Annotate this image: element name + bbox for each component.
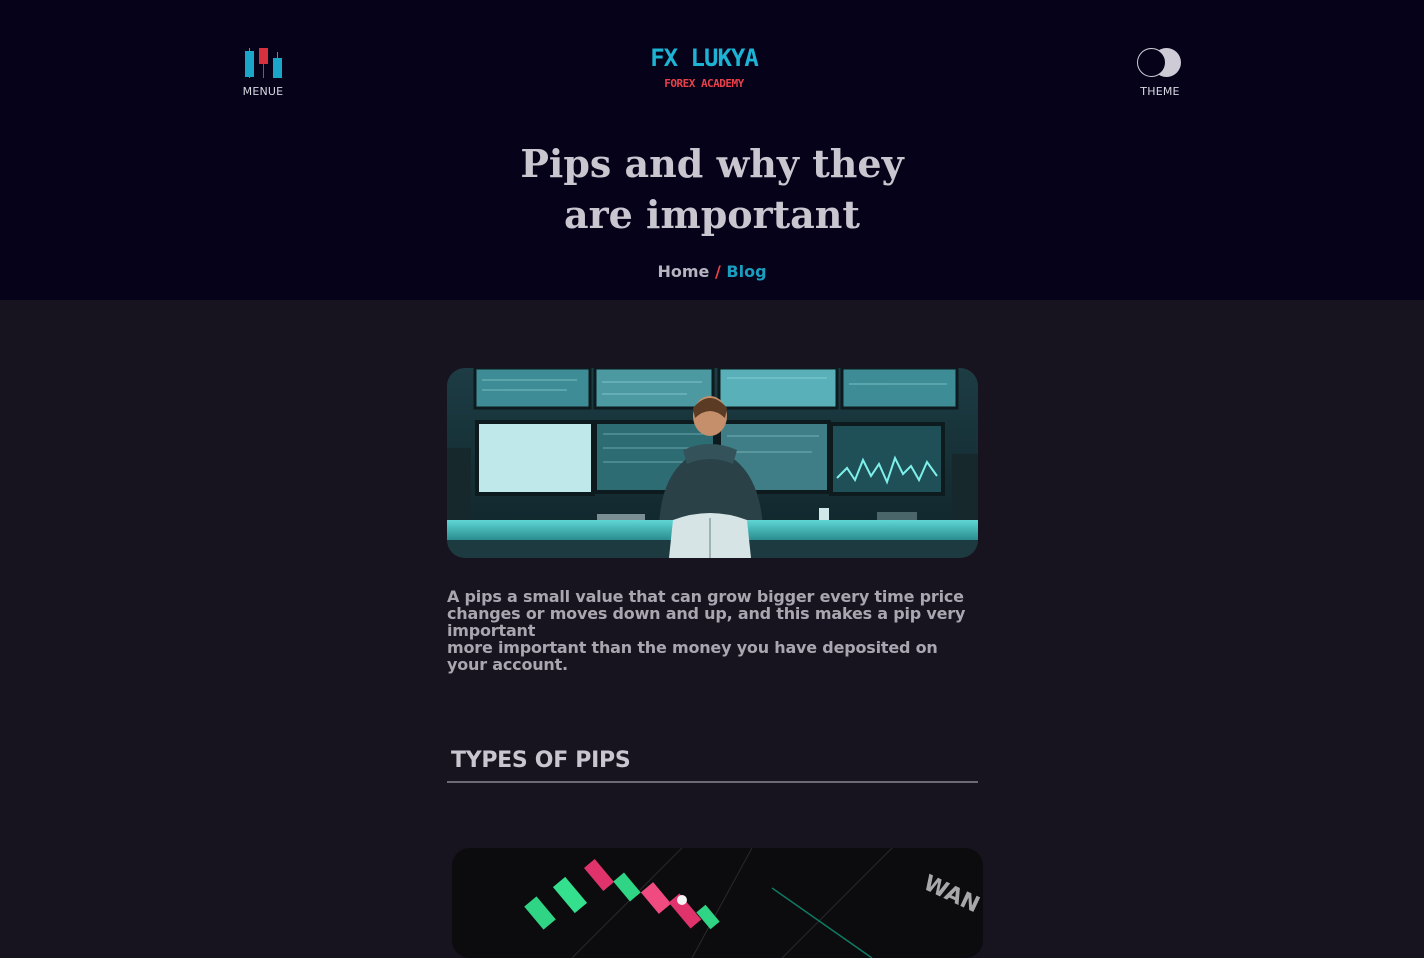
breadcrumb: Home / Blog	[600, 262, 824, 281]
article-paragraph-1: A pips a small value that can grow bigge…	[447, 587, 966, 640]
breadcrumb-separator: /	[714, 262, 721, 281]
menu-label: MENUE	[242, 85, 284, 98]
logo-name: FX LUKYA	[650, 44, 759, 72]
menu-button[interactable]: MENUE	[242, 46, 284, 98]
article-paragraph-2: more important than the money you have d…	[447, 638, 938, 674]
page-title-line-1: Pips and why they	[520, 141, 904, 186]
trader-workstation-image	[447, 368, 978, 558]
candlestick-menu-icon	[245, 48, 283, 78]
page-title: Pips and why they are important	[462, 138, 962, 240]
logo-subtitle: FOREX ACADEMY	[664, 77, 744, 90]
theme-label: THEME	[1140, 85, 1180, 98]
page-title-line-2: are important	[564, 192, 860, 237]
theme-toggle-icon	[1137, 48, 1181, 77]
section-heading: TYPES OF PIPS	[447, 748, 978, 783]
article-body: A pips a small value that can grow bigge…	[447, 588, 967, 673]
section-heading-text: TYPES OF PIPS	[451, 748, 631, 773]
site-header: MENUE FX LUKYA FOREX ACADEMY THEME Pips …	[0, 0, 1424, 300]
candlestick-chart-image: WAN	[452, 848, 983, 958]
site-logo[interactable]: FX LUKYA FOREX ACADEMY	[612, 44, 796, 90]
breadcrumb-current: Blog	[726, 262, 767, 281]
theme-toggle-button[interactable]: THEME	[1134, 46, 1186, 98]
breadcrumb-home-link[interactable]: Home	[657, 262, 709, 281]
